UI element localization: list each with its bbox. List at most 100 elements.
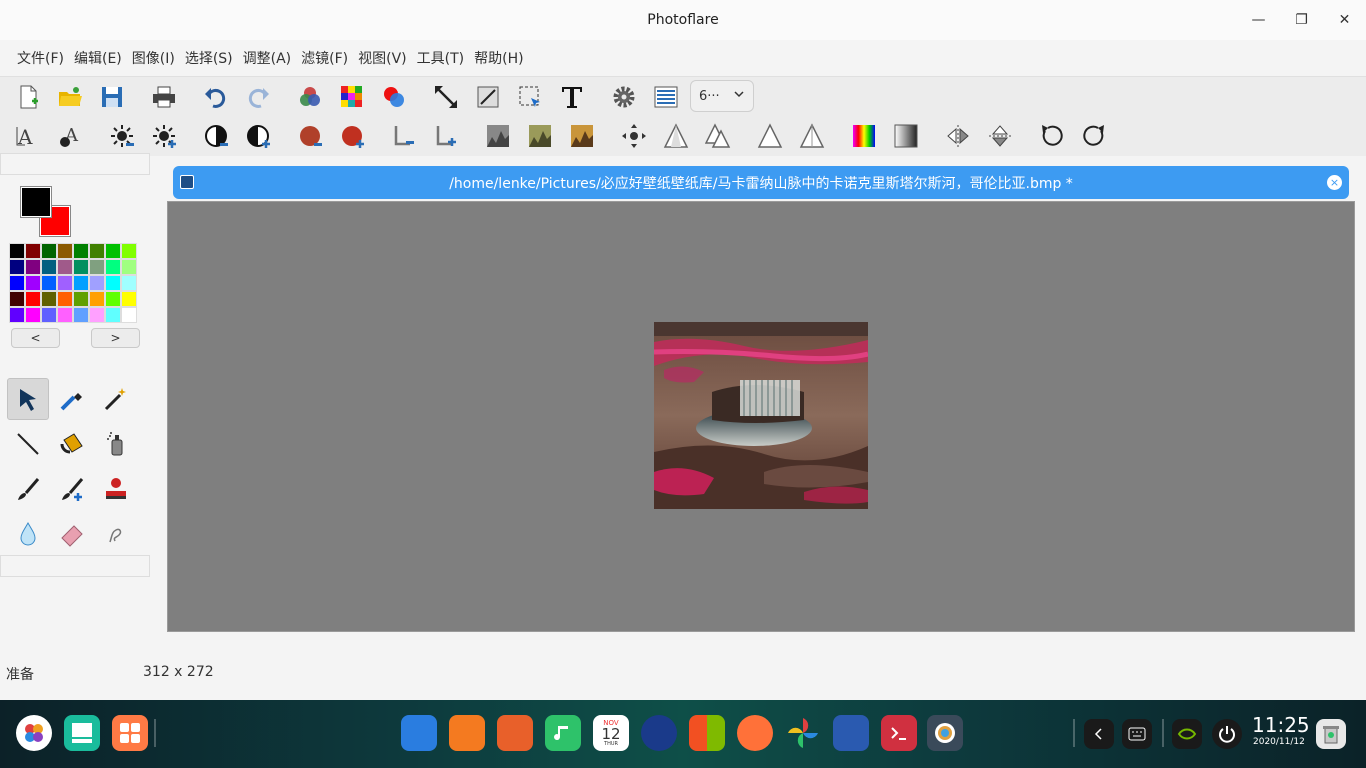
palette-swatch[interactable] (57, 275, 73, 291)
select-arrow-icon[interactable] (514, 81, 546, 113)
power-icon[interactable] (1212, 719, 1242, 749)
triangle-c-icon[interactable] (754, 120, 786, 152)
palette-swatch[interactable] (105, 243, 121, 259)
palette-swatch[interactable] (57, 291, 73, 307)
palette-swatch[interactable] (25, 243, 41, 259)
contrast-up-icon[interactable] (242, 120, 274, 152)
spray-can-icon[interactable] (95, 423, 137, 465)
gradient-gray-icon[interactable] (890, 120, 922, 152)
stamp-icon[interactable] (95, 468, 137, 510)
histogram-olive-icon[interactable] (524, 120, 556, 152)
palette-swatch[interactable] (121, 243, 137, 259)
app-grid-icon[interactable] (112, 715, 148, 751)
levels-up-icon[interactable] (430, 120, 462, 152)
palette-swatch[interactable] (121, 307, 137, 323)
palette-swatch[interactable] (73, 275, 89, 291)
launcher-icon[interactable] (16, 715, 52, 751)
palette-swatch[interactable] (105, 259, 121, 275)
palette-swatch[interactable] (41, 307, 57, 323)
menu-file[interactable]: 文件(F) (12, 48, 69, 68)
menu-image[interactable]: 图像(I) (127, 48, 180, 68)
palette-swatch[interactable] (89, 307, 105, 323)
palette-swatch[interactable] (73, 307, 89, 323)
palette-prev-button[interactable]: < (11, 328, 60, 348)
document-tab[interactable]: /home/lenke/Pictures/必应好壁纸壁纸库/马卡雷纳山脉中的卡诺… (173, 166, 1349, 199)
palette-swatch[interactable] (57, 307, 73, 323)
calendar-icon[interactable]: NOV 12 THUR (593, 715, 629, 751)
trash-icon[interactable] (1316, 719, 1346, 749)
save-icon[interactable] (96, 81, 128, 113)
image-viewer-icon[interactable] (497, 715, 533, 751)
color-circles-icon[interactable] (378, 81, 410, 113)
keyboard-icon[interactable] (1122, 719, 1152, 749)
histogram-sepia-icon[interactable] (566, 120, 598, 152)
resize-arrow-icon[interactable] (430, 81, 462, 113)
menu-view[interactable]: 视图(V) (353, 48, 412, 68)
file-manager-icon[interactable] (401, 715, 437, 751)
flip-vertical-icon[interactable] (984, 120, 1016, 152)
font-b-icon[interactable]: A (54, 120, 86, 152)
blur-drop-icon[interactable] (7, 513, 49, 555)
brush-plus-icon[interactable] (51, 468, 93, 510)
menu-help[interactable]: 帮助(H) (469, 48, 528, 68)
palette-swatch[interactable] (121, 275, 137, 291)
palette-swatch[interactable] (41, 291, 57, 307)
canvas-area[interactable] (167, 201, 1355, 632)
multitask-view-icon[interactable] (64, 715, 100, 751)
system-monitor-icon[interactable] (641, 715, 677, 751)
palette-swatch[interactable] (89, 275, 105, 291)
new-file-icon[interactable] (12, 81, 44, 113)
maximize-button[interactable]: ❐ (1280, 0, 1323, 40)
menu-adjust[interactable]: 调整(A) (238, 48, 297, 68)
palette-swatch[interactable] (121, 291, 137, 307)
brightness-up-icon[interactable] (148, 120, 180, 152)
clock-time[interactable]: 11:25 (1252, 713, 1310, 737)
contrast-down-icon[interactable] (200, 120, 232, 152)
menu-tools[interactable]: 工具(T) (412, 48, 469, 68)
music-icon[interactable] (545, 715, 581, 751)
chevron-left-icon[interactable] (1084, 719, 1114, 749)
palette-swatch[interactable] (41, 259, 57, 275)
archive-manager-icon[interactable] (833, 715, 869, 751)
app-store-icon[interactable] (449, 715, 485, 751)
paint-bucket-icon[interactable] (51, 423, 93, 465)
palette-swatch[interactable] (25, 291, 41, 307)
palette-swatch[interactable] (25, 275, 41, 291)
undo-icon[interactable] (200, 81, 232, 113)
palette-swatch[interactable] (89, 291, 105, 307)
levels-down-icon[interactable] (388, 120, 420, 152)
eyedropper-icon[interactable] (51, 378, 93, 420)
font-a-icon[interactable]: A (12, 120, 44, 152)
close-document-button[interactable]: × (1327, 175, 1342, 190)
open-folder-icon[interactable] (54, 81, 86, 113)
firefox-icon[interactable] (737, 715, 773, 751)
menu-select[interactable]: 选择(S) (180, 48, 238, 68)
mosaic-icon[interactable] (336, 81, 368, 113)
pointer-icon[interactable] (7, 378, 49, 420)
saturation-down-icon[interactable] (294, 120, 326, 152)
palette-swatch[interactable] (9, 243, 25, 259)
settings-icon[interactable] (608, 81, 640, 113)
close-button[interactable]: ✕ (1323, 0, 1366, 40)
line-icon[interactable] (7, 423, 49, 465)
eraser-icon[interactable] (51, 513, 93, 555)
palette-swatch[interactable] (25, 259, 41, 275)
color-mix-icon[interactable] (294, 81, 326, 113)
palette-swatch[interactable] (9, 291, 25, 307)
image-canvas[interactable] (654, 322, 868, 509)
triangle-d-icon[interactable] (796, 120, 828, 152)
batch-icon[interactable] (650, 81, 682, 113)
redo-icon[interactable] (242, 81, 274, 113)
palette-swatch[interactable] (57, 259, 73, 275)
palette-swatch[interactable] (89, 259, 105, 275)
zoom-select[interactable]: 6··· (690, 80, 754, 112)
pinwheel-icon[interactable] (785, 715, 821, 751)
brush-icon[interactable] (7, 468, 49, 510)
triangle-a-icon[interactable] (660, 120, 692, 152)
print-icon[interactable] (148, 81, 180, 113)
office-icon[interactable] (689, 715, 725, 751)
triangle-b-icon[interactable] (702, 120, 734, 152)
rotate-cw-icon[interactable] (1078, 120, 1110, 152)
palette-swatch[interactable] (105, 291, 121, 307)
palette-swatch[interactable] (73, 243, 89, 259)
